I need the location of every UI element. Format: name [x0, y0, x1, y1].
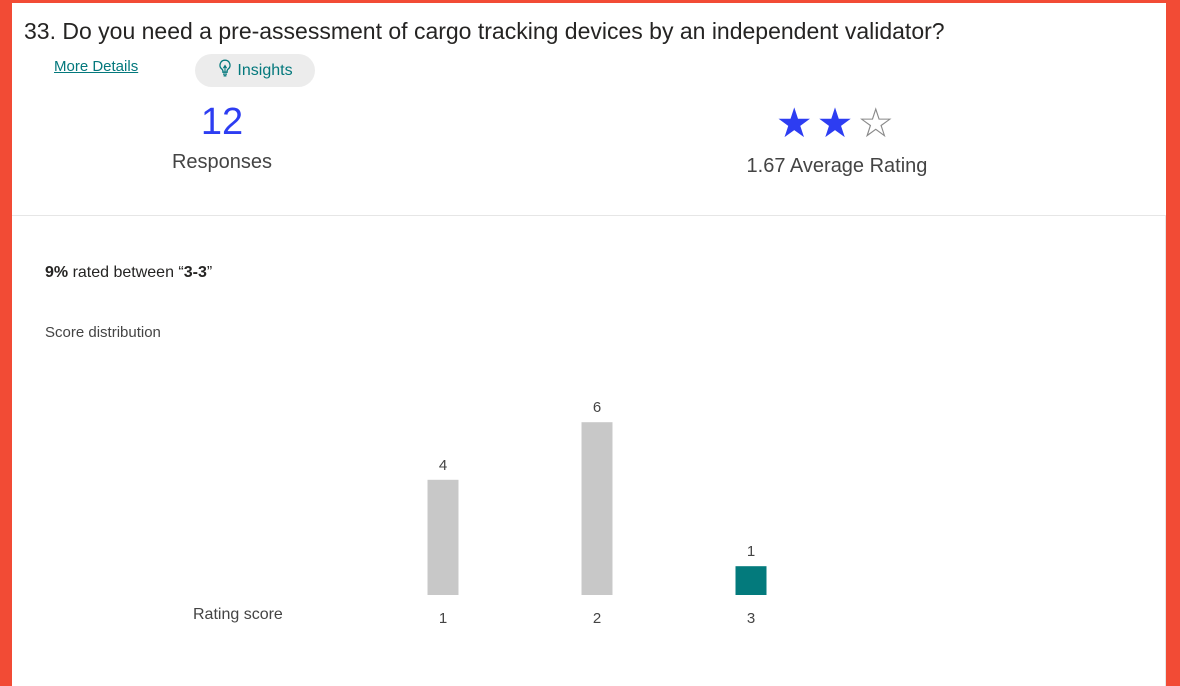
average-rating-label: 1.67 Average Rating [746, 155, 928, 177]
x-tick-label: 3 [747, 610, 755, 627]
average-rating-stat: ★★☆ 1.67 Average Rating [702, 101, 972, 178]
responses-label: Responses [171, 151, 273, 173]
insights-label: Insights [237, 61, 293, 79]
x-tick-label: 2 [593, 610, 601, 627]
bar-value-label: 1 [747, 543, 755, 560]
bar-score-3[interactable] [735, 566, 767, 595]
bar-score-2[interactable] [581, 422, 613, 595]
question-title: 33. Do you need a pre-assessment of carg… [24, 18, 945, 44]
star-filled-icon: ★ [775, 100, 817, 146]
star-rating: ★★☆ [702, 101, 972, 145]
more-details-link[interactable]: More Details [54, 58, 138, 75]
score-distribution-panel: 9% rated between “3-3” Score distributio… [12, 215, 1166, 686]
bar-score-1[interactable] [427, 479, 459, 595]
insights-button[interactable]: Insights [195, 54, 315, 87]
bar-value-label: 6 [593, 399, 601, 416]
star-filled-icon: ★ [816, 100, 858, 146]
responses-count: 12 [200, 101, 244, 143]
x-tick-label: 1 [439, 610, 447, 627]
lightbulb-icon [217, 59, 233, 82]
question-card: 33. Do you need a pre-assessment of carg… [12, 3, 1166, 686]
score-distribution-chart: 4 1 6 2 1 3 [427, 399, 767, 627]
bar-value-label: 4 [439, 457, 447, 474]
star-empty-icon: ☆ [857, 100, 899, 146]
responses-stat: 12 Responses [122, 99, 322, 174]
x-axis-title: Rating score [193, 606, 283, 623]
